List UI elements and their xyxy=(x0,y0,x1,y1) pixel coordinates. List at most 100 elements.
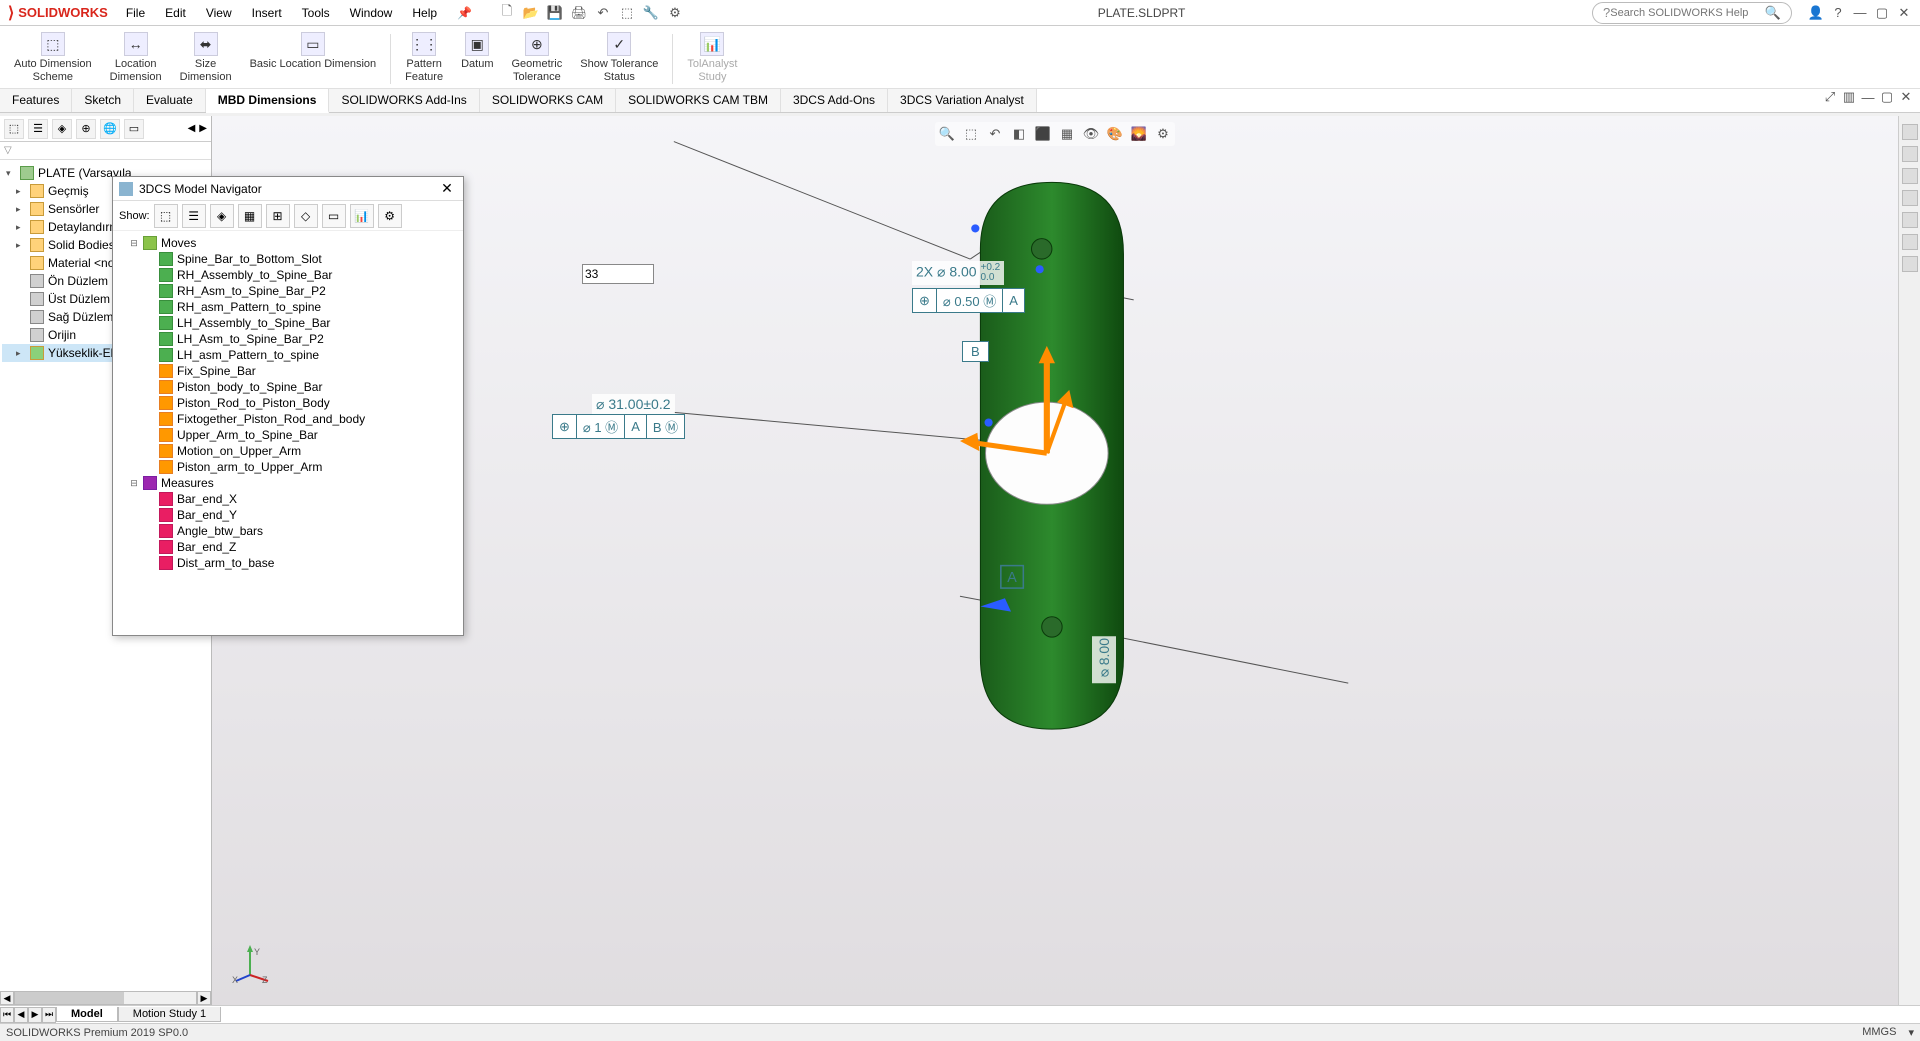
nav-move-item[interactable]: Piston_body_to_Spine_Bar xyxy=(117,379,459,395)
ft-globe-icon[interactable]: 🌐 xyxy=(100,119,120,139)
tab-mbd-dimensions[interactable]: MBD Dimensions xyxy=(206,89,330,113)
ft-assembly-icon[interactable]: ⬚ xyxy=(4,119,24,139)
print-icon[interactable]: 🖨 xyxy=(571,5,587,21)
close-icon[interactable]: ✕ xyxy=(1896,5,1912,21)
tab-sw-addins[interactable]: SOLIDWORKS Add-Ins xyxy=(329,89,479,112)
nav-measures-group[interactable]: ⊟Measures xyxy=(117,475,459,491)
status-extra-icon[interactable]: ▾ xyxy=(1908,1026,1914,1039)
menu-edit[interactable]: Edit xyxy=(155,2,196,24)
tab-nav-first-icon[interactable]: ⏮ xyxy=(0,1007,14,1023)
open-icon[interactable]: 📂 xyxy=(523,5,539,21)
scroll-thumb[interactable] xyxy=(15,992,124,1004)
menu-insert[interactable]: Insert xyxy=(242,2,292,24)
minimize-icon[interactable]: — xyxy=(1852,5,1868,21)
expand-icon[interactable]: ▾ xyxy=(6,168,16,179)
fcf-position-2[interactable]: ⊕ ⌀ 0.50 Ⓜ A xyxy=(912,288,1025,313)
scroll-track[interactable] xyxy=(14,991,197,1005)
nav-move-item[interactable]: LH_asm_Pattern_to_spine xyxy=(117,347,459,363)
bottom-tab-model[interactable]: Model xyxy=(56,1007,118,1022)
doc-expand-icon[interactable]: ⤢ xyxy=(1822,89,1838,105)
ft-filter-icon[interactable]: ⊕ xyxy=(76,119,96,139)
datum-b-label[interactable]: B xyxy=(962,341,989,362)
scroll-left-icon[interactable]: ◀ xyxy=(0,991,14,1005)
nav-move-item[interactable]: Piston_Rod_to_Piston_Body xyxy=(117,395,459,411)
nav-measure-item[interactable]: Angle_btw_bars xyxy=(117,523,459,539)
nav-measure-item[interactable]: Dist_arm_to_base xyxy=(117,555,459,571)
rr-library-icon[interactable] xyxy=(1902,168,1918,184)
nav-tb-9-icon[interactable]: ⚙ xyxy=(378,204,402,228)
select-icon[interactable]: ⬚ xyxy=(619,5,635,21)
nav-tb-3-icon[interactable]: ◈ xyxy=(210,204,234,228)
menu-tools[interactable]: Tools xyxy=(292,2,340,24)
user-icon[interactable]: 👤 xyxy=(1808,5,1824,21)
menu-pin-icon[interactable]: 📌 xyxy=(447,2,482,24)
search-input[interactable] xyxy=(1610,7,1765,19)
menu-file[interactable]: File xyxy=(116,2,155,24)
part-model[interactable]: A xyxy=(212,116,1898,1005)
maximize-icon[interactable]: ▢ xyxy=(1874,5,1890,21)
tab-sketch[interactable]: Sketch xyxy=(72,89,134,112)
rr-home-icon[interactable] xyxy=(1902,124,1918,140)
options-icon[interactable]: ⚙ xyxy=(667,5,683,21)
menu-window[interactable]: Window xyxy=(340,2,403,24)
nav-tb-2-icon[interactable]: ☰ xyxy=(182,204,206,228)
collapse-icon[interactable]: ⊟ xyxy=(129,478,139,489)
fcf-position-1[interactable]: ⊕ ⌀ 1 Ⓜ A B Ⓜ xyxy=(552,414,685,439)
cmd-pattern-feature[interactable]: ⋮⋮PatternFeature xyxy=(397,30,451,86)
tab-3dcs-addons[interactable]: 3DCS Add-Ons xyxy=(781,89,888,112)
nav-move-item[interactable]: Fix_Spine_Bar xyxy=(117,363,459,379)
dimension-input[interactable] xyxy=(582,264,654,284)
new-icon[interactable]: 🗋 xyxy=(499,5,515,21)
nav-tb-7-icon[interactable]: ▭ xyxy=(322,204,346,228)
ft-display-icon[interactable]: ◈ xyxy=(52,119,72,139)
tab-features[interactable]: Features xyxy=(0,89,72,112)
rr-forum-icon[interactable] xyxy=(1902,256,1918,272)
3dcs-navigator-window[interactable]: 3DCS Model Navigator ✕ Show: ⬚ ☰ ◈ ▦ ⊞ ◇… xyxy=(112,176,464,636)
nav-tb-4-icon[interactable]: ▦ xyxy=(238,204,262,228)
nav-tb-1-icon[interactable]: ⬚ xyxy=(154,204,178,228)
tab-nav-prev-icon[interactable]: ◀ xyxy=(14,1007,28,1023)
nav-measure-item[interactable]: Bar_end_Z xyxy=(117,539,459,555)
rebuild-icon[interactable]: 🔧 xyxy=(643,5,659,21)
cmd-show-tolerance[interactable]: ✓Show ToleranceStatus xyxy=(572,30,666,86)
ft-view-icon[interactable]: ▭ xyxy=(124,119,144,139)
tab-sw-cam[interactable]: SOLIDWORKS CAM xyxy=(480,89,616,112)
ft-hscroll[interactable]: ◀ ▶ xyxy=(0,991,211,1005)
cmd-geo-tolerance[interactable]: ⊕GeometricTolerance xyxy=(504,30,571,86)
nav-move-item[interactable]: Spine_Bar_to_Bottom_Slot xyxy=(117,251,459,267)
tab-sw-cam-tbm[interactable]: SOLIDWORKS CAM TBM xyxy=(616,89,781,112)
nav-move-item[interactable]: RH_asm_Pattern_to_spine xyxy=(117,299,459,315)
doc-maximize-icon[interactable]: ▢ xyxy=(1879,89,1895,105)
tab-evaluate[interactable]: Evaluate xyxy=(134,89,206,112)
nav-tb-6-icon[interactable]: ◇ xyxy=(294,204,318,228)
rr-resources-icon[interactable] xyxy=(1902,146,1918,162)
bottom-tab-motion-study[interactable]: Motion Study 1 xyxy=(118,1007,221,1022)
undo-icon[interactable]: ↶ xyxy=(595,5,611,21)
nav-move-item[interactable]: Piston_arm_to_Upper_Arm xyxy=(117,459,459,475)
cmd-size-dimension[interactable]: ⬌SizeDimension xyxy=(172,30,240,86)
nav-move-item[interactable]: Motion_on_Upper_Arm xyxy=(117,443,459,459)
dimension-2xdia8[interactable]: 2X ⌀ 8.00 +0.2 0.0 xyxy=(912,261,1004,285)
side-dimension[interactable]: ⌀8.00 xyxy=(1092,636,1116,683)
nav-moves-group[interactable]: ⊟Moves xyxy=(117,235,459,251)
cmd-datum[interactable]: ▣Datum xyxy=(453,30,501,73)
nav-move-item[interactable]: Fixtogether_Piston_Rod_and_body xyxy=(117,411,459,427)
status-units[interactable]: MMGS xyxy=(1862,1026,1896,1039)
doc-minimize-icon[interactable]: — xyxy=(1860,89,1876,105)
nav-move-item[interactable]: RH_Asm_to_Spine_Bar_P2 xyxy=(117,283,459,299)
cmd-location-dimension[interactable]: ↔LocationDimension xyxy=(102,30,170,86)
doc-split-icon[interactable]: ▥ xyxy=(1841,89,1857,105)
ft-config-icon[interactable]: ☰ xyxy=(28,119,48,139)
nav-move-item[interactable]: LH_Assembly_to_Spine_Bar xyxy=(117,315,459,331)
search-box[interactable]: ? 🔍 xyxy=(1592,2,1792,24)
rr-appearance-icon[interactable] xyxy=(1902,212,1918,228)
tab-3dcs-variation[interactable]: 3DCS Variation Analyst xyxy=(888,89,1037,112)
collapse-icon[interactable]: ⊟ xyxy=(129,238,139,249)
ft-arrow-right-icon[interactable]: ▶ xyxy=(199,123,207,134)
scroll-right-icon[interactable]: ▶ xyxy=(197,991,211,1005)
help2-icon[interactable]: ? xyxy=(1830,5,1846,21)
menu-view[interactable]: View xyxy=(196,2,242,24)
doc-close-icon[interactable]: ✕ xyxy=(1898,89,1914,105)
tab-nav-last-icon[interactable]: ⏭ xyxy=(42,1007,56,1023)
filter-icon[interactable]: ▽ xyxy=(4,145,12,156)
